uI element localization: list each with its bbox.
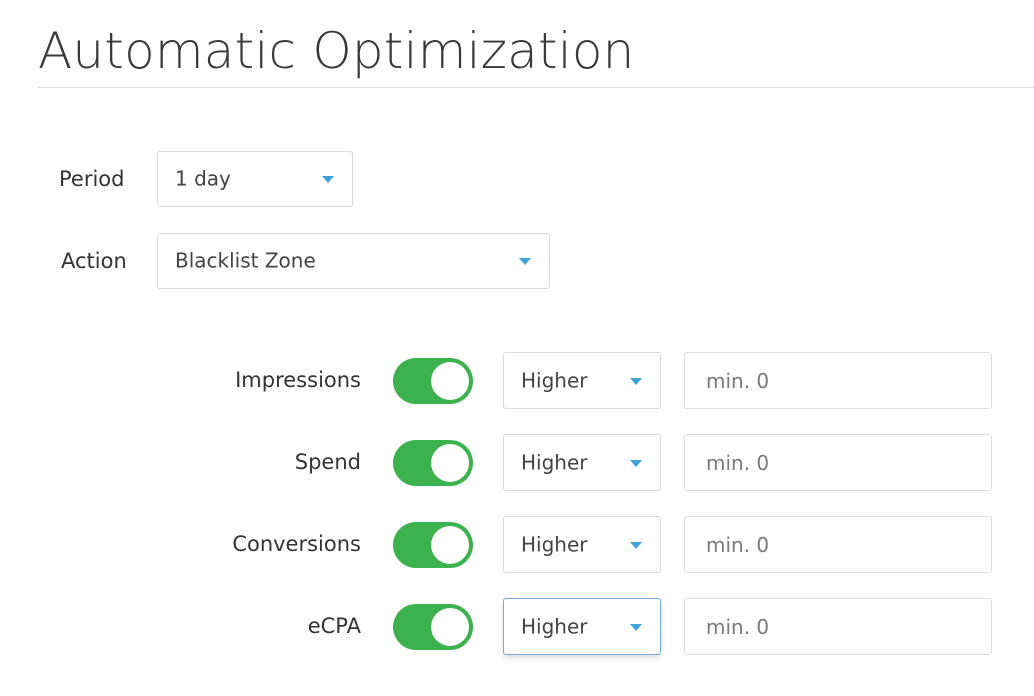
title-divider: [38, 87, 1034, 88]
conversions-toggle[interactable]: [393, 522, 473, 568]
impressions-threshold-input[interactable]: [684, 352, 992, 409]
ecpa-comparison-select[interactable]: Higher: [503, 598, 661, 655]
action-label: Action: [61, 249, 127, 273]
conversions-threshold-input[interactable]: [684, 516, 992, 573]
toggle-knob: [431, 608, 469, 646]
caret-down-icon: [630, 459, 642, 467]
spend-toggle[interactable]: [393, 440, 473, 486]
metric-label: Conversions: [232, 532, 361, 556]
page-title: Automatic Optimization: [38, 22, 635, 80]
caret-down-icon: [519, 258, 531, 265]
caret-down-icon: [322, 176, 334, 183]
metric-label: Impressions: [235, 368, 361, 392]
ecpa-threshold-input[interactable]: [684, 598, 992, 655]
toggle-knob: [431, 444, 469, 482]
comparison-value: Higher: [521, 614, 588, 639]
conversions-comparison-select[interactable]: Higher: [503, 516, 661, 573]
spend-threshold-input[interactable]: [684, 434, 992, 491]
impressions-toggle[interactable]: [393, 358, 473, 404]
metric-label: eCPA: [307, 614, 361, 638]
period-select[interactable]: 1 day: [157, 151, 353, 207]
period-label: Period: [59, 167, 125, 191]
action-select[interactable]: Blacklist Zone: [157, 233, 550, 289]
comparison-value: Higher: [521, 450, 588, 475]
comparison-value: Higher: [521, 368, 588, 393]
spend-comparison-select[interactable]: Higher: [503, 434, 661, 491]
caret-down-icon: [630, 541, 642, 549]
action-select-value: Blacklist Zone: [175, 248, 316, 273]
period-select-value: 1 day: [175, 166, 231, 191]
comparison-value: Higher: [521, 532, 588, 557]
ecpa-toggle[interactable]: [393, 604, 473, 650]
metric-label: Spend: [294, 450, 361, 474]
toggle-knob: [431, 362, 469, 400]
caret-down-icon: [630, 377, 642, 385]
toggle-knob: [431, 526, 469, 564]
impressions-comparison-select[interactable]: Higher: [503, 352, 661, 409]
caret-down-icon: [630, 623, 642, 631]
